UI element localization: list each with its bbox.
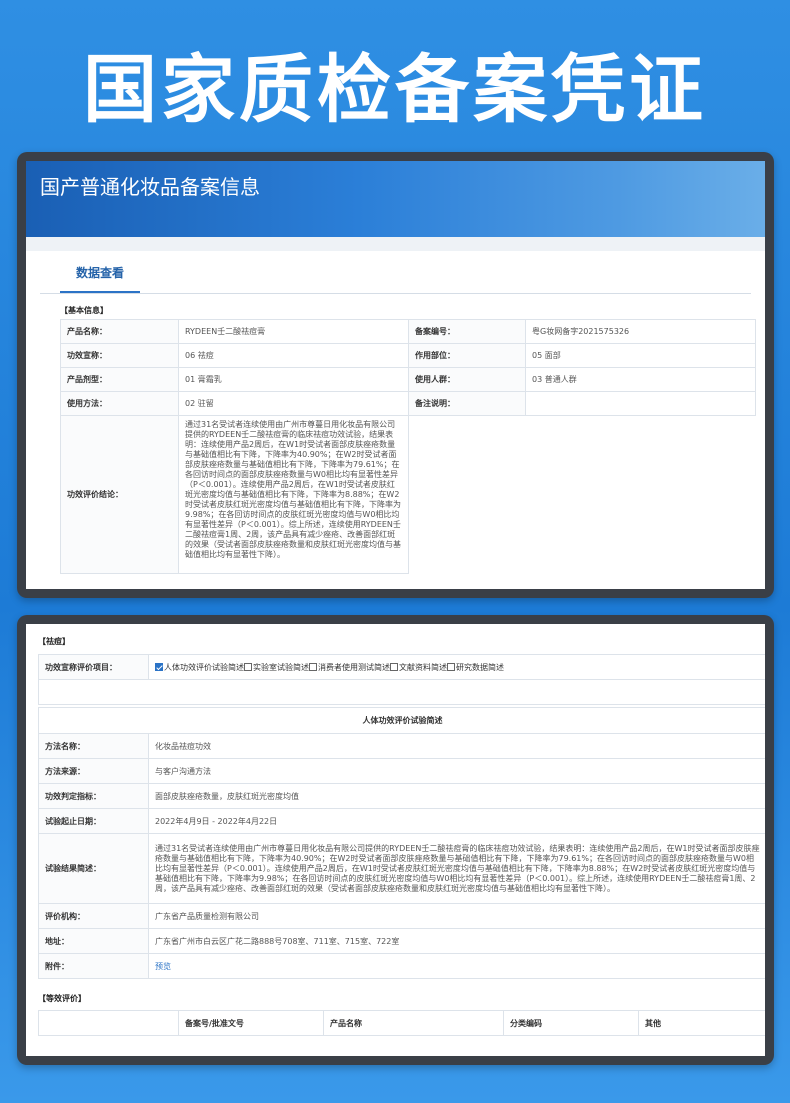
attachment-cell: 预览 — [148, 953, 765, 979]
method-source-label: 方法来源： — [38, 758, 149, 784]
study-heading: 人体功效评价试验简述 — [38, 707, 765, 734]
result-cell: 通过31名受试者连续使用由广州市尊蔓日用化妆品有限公司提供的RYDEEN壬二酸祛… — [148, 833, 765, 904]
target-users-label: 使用人群： — [408, 367, 526, 392]
efficacy-frame: 【祛痘】 功效宣称评价项目： 人体功效评价试验简述 实验室试验简述 消费者使用测试简… — [17, 615, 774, 1065]
table-row: 产品名称： RYDEEN壬二酸祛痘膏 备案编号： 粤G妆网备字202157532… — [60, 319, 756, 344]
address-label: 地址： — [38, 928, 149, 954]
application-area-label: 作用部位： — [408, 343, 526, 368]
table-row: 评价机构： 广东省产品质量检测有限公司 — [38, 903, 765, 929]
divider — [26, 237, 765, 251]
claims-table: 功效宣称评价项目： 人体功效评价试验简述 实验室试验简述 消费者使用测试简述 文献资料… — [38, 654, 765, 705]
table-row — [38, 679, 765, 705]
table-row: 功效宣称评价项目： 人体功效评价试验简述 实验室试验简述 消费者使用测试简述 文献资料… — [38, 654, 765, 680]
result-label: 试验结果简述： — [38, 833, 149, 904]
table-row: 功效判定指标： 面部皮肤痤疮数量，皮肤红斑光密度均值 — [38, 783, 765, 809]
checkbox-icon — [309, 663, 317, 671]
banner-title: 国产普通化妆品备案信息 — [40, 175, 260, 199]
claim-items-label: 功效宣称评价项目： — [38, 654, 149, 680]
tab-bar: 数据查看 — [40, 251, 751, 294]
product-name-value: RYDEEN壬二酸祛痘膏 — [178, 319, 409, 344]
org-value: 广东省产品质量检测有限公司 — [148, 903, 765, 929]
date-value: 2022年4月9日 - 2022年4月22日 — [148, 808, 765, 834]
section-title-basic: 【基本信息】 — [60, 306, 108, 315]
eval-conclusion-cell: 通过31名受试者连续使用由广州市尊蔓日用化妆品有限公司提供的RYDEEN壬二酸祛… — [178, 415, 409, 574]
record-number-label: 备案编号： — [408, 319, 526, 344]
attachment-label: 附件： — [38, 953, 149, 979]
section-title-acne: 【祛痘】 — [38, 637, 70, 646]
address-value: 广东省广州市白云区广花二路888号708室、711室、715室、722室 — [148, 928, 765, 954]
record-info-frame: 国产普通化妆品备案信息 数据查看 【基本信息】 产品名称： RYDEEN壬二酸祛… — [17, 152, 774, 598]
usage-method-value: 02 驻留 — [178, 391, 409, 416]
table-row: 方法名称： 化妆品祛痘功效 — [38, 733, 765, 759]
method-source-value: 与客户沟通方法 — [148, 758, 765, 784]
product-name-label: 产品名称： — [60, 319, 179, 344]
table-row: 功效宣称： 06 祛痘 作用部位： 05 面部 — [60, 343, 756, 368]
table-row: 试验结果简述： 通过31名受试者连续使用由广州市尊蔓日用化妆品有限公司提供的RY… — [38, 833, 765, 904]
remarks-value — [525, 391, 756, 416]
table-row: 使用方法： 02 驻留 备注说明： — [60, 391, 756, 416]
tab-data-view[interactable]: 数据查看 — [60, 264, 141, 293]
target-users-value: 03 普通人群 — [525, 367, 756, 392]
result-text: 通过31名受试者连续使用由广州市尊蔓日用化妆品有限公司提供的RYDEEN壬二酸祛… — [155, 843, 760, 893]
method-name-value: 化妆品祛痘功效 — [148, 733, 765, 759]
col-header-other: 其他 — [638, 1010, 765, 1036]
section-title-equivalence: 【等效评价】 — [38, 994, 86, 1003]
indicator-label: 功效判定指标： — [38, 783, 149, 809]
empty-area — [408, 415, 756, 574]
banner: 国产普通化妆品备案信息 — [26, 161, 765, 237]
claim-items: 人体功效评价试验简述 实验室试验简述 消费者使用测试简述 文献资料简述 研究数据简述 — [148, 654, 765, 680]
dosage-form-value: 01 膏霜乳 — [178, 367, 409, 392]
col-header-product-name: 产品名称 — [323, 1010, 504, 1036]
org-label: 评价机构： — [38, 903, 149, 929]
table-row: 功效评价结论： 通过31名受试者连续使用由广州市尊蔓日用化妆品有限公司提供的RY… — [60, 415, 756, 574]
record-number-value: 粤G妆网备字2021575326 — [525, 319, 756, 344]
col-header-record-no: 备案号/批准文号 — [178, 1010, 324, 1036]
col-header-category-code: 分类编码 — [503, 1010, 639, 1036]
eval-conclusion-label: 功效评价结论： — [60, 415, 179, 574]
efficacy-claim-label: 功效宣称： — [60, 343, 179, 368]
efficacy-claim-value: 06 祛痘 — [178, 343, 409, 368]
table-row: 地址： 广东省广州市白云区广花二路888号708室、711室、715室、722室 — [38, 928, 765, 954]
checkbox-consumer-test[interactable]: 消费者使用测试简述 — [309, 663, 390, 672]
table-row: 附件： 预览 — [38, 953, 765, 979]
eval-conclusion-text: 通过31名受试者连续使用由广州市尊蔓日用化妆品有限公司提供的RYDEEN壬二酸祛… — [185, 420, 401, 559]
dosage-form-label: 产品剂型： — [60, 367, 179, 392]
usage-method-label: 使用方法： — [60, 391, 179, 416]
checkbox-research-data[interactable]: 研究数据简述 — [447, 663, 504, 672]
table-row: 备案号/批准文号 产品名称 分类编码 其他 — [38, 1010, 765, 1036]
method-name-label: 方法名称： — [38, 733, 149, 759]
equivalence-table: 备案号/批准文号 产品名称 分类编码 其他 — [38, 1010, 765, 1036]
basic-info-table: 产品名称： RYDEEN壬二酸祛痘膏 备案编号： 粤G妆网备字202157532… — [60, 319, 756, 574]
checkbox-icon — [244, 663, 252, 671]
application-area-value: 05 面部 — [525, 343, 756, 368]
table-row: 方法来源： 与客户沟通方法 — [38, 758, 765, 784]
checkbox-checked-icon — [155, 663, 163, 671]
human-study-table: 人体功效评价试验简述 方法名称： 化妆品祛痘功效 方法来源： 与客户沟通方法 功… — [38, 707, 765, 979]
remarks-label: 备注说明： — [408, 391, 526, 416]
empty-header — [38, 1010, 179, 1036]
empty-row — [38, 679, 765, 705]
indicator-value: 面部皮肤痤疮数量，皮肤红斑光密度均值 — [148, 783, 765, 809]
table-row: 产品剂型： 01 膏霜乳 使用人群： 03 普通人群 — [60, 367, 756, 392]
table-row: 试验起止日期： 2022年4月9日 - 2022年4月22日 — [38, 808, 765, 834]
page-headline: 国家质检备案凭证 — [83, 47, 707, 133]
date-label: 试验起止日期： — [38, 808, 149, 834]
table-row: 人体功效评价试验简述 — [38, 707, 765, 734]
checkbox-human-study[interactable]: 人体功效评价试验简述 — [155, 663, 244, 672]
checkbox-lab-study[interactable]: 实验室试验简述 — [244, 663, 309, 672]
checkbox-literature[interactable]: 文献资料简述 — [390, 663, 447, 672]
checkbox-icon — [390, 663, 398, 671]
checkbox-icon — [447, 663, 455, 671]
preview-link[interactable]: 预览 — [155, 962, 171, 971]
